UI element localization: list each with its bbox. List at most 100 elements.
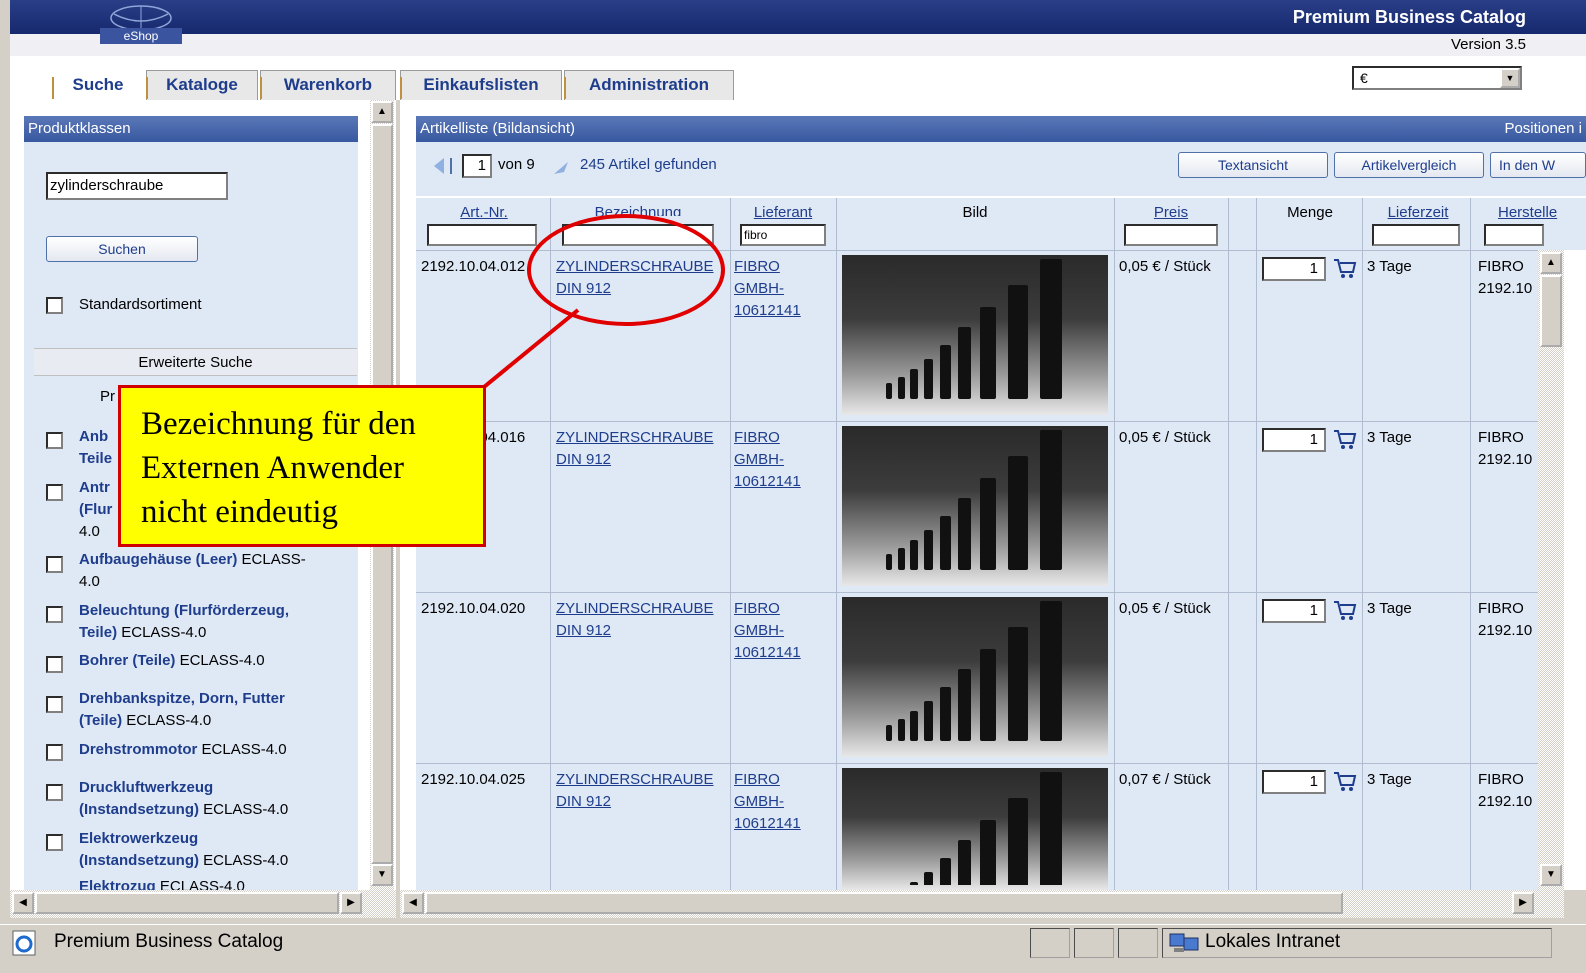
next-page-icon[interactable]: [550, 156, 572, 178]
row-manufacturer: FIBRO 2192.10: [1478, 258, 1533, 297]
screw-shape: [886, 383, 892, 399]
scroll-right-icon[interactable]: ▶: [340, 892, 362, 914]
article-list-title: Artikelliste (Bildansicht) Positionen i: [416, 116, 1586, 142]
col-hersteller[interactable]: Herstelle: [1498, 204, 1568, 221]
class-item[interactable]: Beleuchtung (Flurförderzeug, Teile) ECLAS…: [79, 600, 289, 644]
version-strip: [10, 34, 1586, 56]
class-checkbox[interactable]: [46, 606, 63, 623]
brand-title: Premium Business Catalog: [1292, 7, 1526, 27]
cart-icon[interactable]: [1332, 598, 1358, 622]
tab-administration[interactable]: Administration: [564, 70, 734, 100]
preis-filter[interactable]: [1124, 224, 1218, 246]
currency-select[interactable]: € ▼: [1352, 66, 1522, 90]
tab-einkaufslisten[interactable]: Einkaufslisten: [400, 70, 562, 100]
add-to-cart-button[interactable]: In den W: [1490, 152, 1586, 178]
scroll-left-icon[interactable]: ◀: [402, 892, 424, 914]
class-item[interactable]: Antr (Flur 4.0: [79, 477, 112, 543]
row-artnr: 2192.10.04.020: [421, 600, 526, 617]
screw-shape: [940, 687, 951, 741]
artnr-filter[interactable]: [427, 224, 537, 246]
dropdown-arrow-icon[interactable]: ▼: [1500, 68, 1520, 88]
search-input[interactable]: zylinderschraube: [46, 172, 228, 200]
standard-checkbox[interactable]: [46, 297, 63, 314]
class-item[interactable]: Anb Teile: [79, 426, 112, 470]
search-button[interactable]: Suchen: [46, 236, 198, 262]
screw-shape: [898, 548, 905, 570]
row-bezeichnung-link[interactable]: ZYLINDERSCHRAUBE DIN 912: [556, 427, 714, 471]
hersteller-filter[interactable]: [1484, 224, 1544, 246]
column-divider: [1470, 198, 1471, 890]
panel-title: Produktklassen: [24, 116, 358, 142]
page-input[interactable]: 1: [462, 154, 492, 178]
globe-icon: [110, 5, 172, 31]
col-lieferzeit[interactable]: Lieferzeit: [1380, 204, 1456, 221]
class-checkbox[interactable]: [46, 556, 63, 573]
screw-shape: [898, 719, 905, 741]
class-checkbox[interactable]: [46, 744, 63, 761]
row-bezeichnung-link[interactable]: ZYLINDERSCHRAUBE DIN 912: [556, 769, 714, 813]
class-checkbox[interactable]: [46, 432, 63, 449]
row-lieferant-link[interactable]: FIBRO GMBH- 10612141: [734, 598, 801, 664]
extended-search-toggle[interactable]: Erweiterte Suche: [34, 348, 357, 376]
status-pane: [1074, 928, 1114, 958]
quantity-input[interactable]: 1: [1262, 428, 1326, 452]
class-item[interactable]: Drehbankspitze, Dorn, Futter (Teile) ECLA…: [79, 688, 285, 732]
class-item[interactable]: Aufbaugehäuse (Leer) ECLASS- 4.0: [79, 549, 306, 593]
col-artnr[interactable]: Art.-Nr.: [454, 204, 514, 221]
cart-icon[interactable]: [1332, 256, 1358, 280]
column-divider: [1228, 198, 1229, 890]
col-lieferant[interactable]: Lieferant: [748, 204, 818, 221]
row-bezeichnung-link[interactable]: ZYLINDERSCHRAUBE DIN 912: [556, 598, 714, 642]
scroll-down-icon[interactable]: ▼: [371, 864, 393, 886]
intranet-icon: [1169, 933, 1199, 952]
class-checkbox[interactable]: [46, 656, 63, 673]
tab-warenkorb[interactable]: Warenkorb: [260, 70, 396, 100]
eshop-logo[interactable]: eShop: [100, 4, 182, 44]
lieferzeit-filter[interactable]: [1372, 224, 1460, 246]
main-hscroll-thumb[interactable]: [425, 892, 1343, 914]
column-divider: [1114, 198, 1115, 890]
tab-kataloge[interactable]: Kataloge: [146, 70, 258, 100]
row-manufacturer: FIBRO 2192.10: [1478, 429, 1533, 468]
scroll-left-icon[interactable]: ◀: [12, 892, 34, 914]
status-pane: [1030, 928, 1070, 958]
class-item[interactable]: Elektrowerkzeug (Instandsetzung) ECLASS-4…: [79, 828, 288, 872]
quantity-input[interactable]: 1: [1262, 599, 1326, 623]
cart-icon[interactable]: [1332, 427, 1358, 451]
annotation-line: Externen Anwender: [141, 450, 404, 486]
cart-icon[interactable]: [1332, 769, 1358, 793]
screw-illustrations: [886, 259, 1062, 885]
class-item[interactable]: Druckluftwerkzeug (Instandsetzung) ECLASS…: [79, 777, 288, 821]
class-checkbox[interactable]: [46, 696, 63, 713]
quantity-input[interactable]: 1: [1262, 257, 1326, 281]
text-view-button[interactable]: Textansicht: [1178, 152, 1328, 178]
main-scroll-thumb[interactable]: [1540, 275, 1562, 347]
page-count: von 9: [498, 156, 535, 173]
class-item[interactable]: Elektrozug ECLASS-4.0: [79, 876, 245, 890]
currency-value: €: [1360, 70, 1368, 86]
lieferant-filter[interactable]: fibro: [740, 224, 826, 246]
screw-shape: [910, 540, 918, 570]
scroll-up-icon[interactable]: ▲: [371, 101, 393, 123]
prev-page-icon[interactable]: [430, 154, 460, 178]
class-checkbox[interactable]: [46, 484, 63, 501]
row-lieferant-link[interactable]: FIBRO GMBH- 10612141: [734, 256, 801, 322]
row-lieferant-link[interactable]: FIBRO GMBH- 10612141: [734, 769, 801, 835]
scroll-down-icon[interactable]: ▼: [1540, 864, 1562, 886]
class-item[interactable]: Drehstrommotor ECLASS-4.0: [79, 739, 287, 761]
scroll-up-icon[interactable]: ▲: [1540, 252, 1562, 274]
col-preis[interactable]: Preis: [1148, 204, 1194, 221]
logo-label: eShop: [100, 28, 182, 44]
scroll-right-icon[interactable]: ▶: [1512, 892, 1534, 914]
screw-shape: [980, 649, 996, 741]
screw-shape: [898, 377, 905, 399]
row-lieferant-link[interactable]: FIBRO GMBH- 10612141: [734, 427, 801, 493]
left-hscroll-thumb[interactable]: [35, 892, 339, 914]
compare-button[interactable]: Artikelvergleich: [1334, 152, 1484, 178]
class-checkbox[interactable]: [46, 784, 63, 801]
row-manufacturer: FIBRO 2192.10: [1478, 771, 1533, 810]
class-checkbox[interactable]: [46, 834, 63, 851]
tab-suche[interactable]: Suche: [52, 70, 144, 100]
quantity-input[interactable]: 1: [1262, 770, 1326, 794]
class-item[interactable]: Bohrer (Teile) ECLASS-4.0: [79, 650, 265, 672]
